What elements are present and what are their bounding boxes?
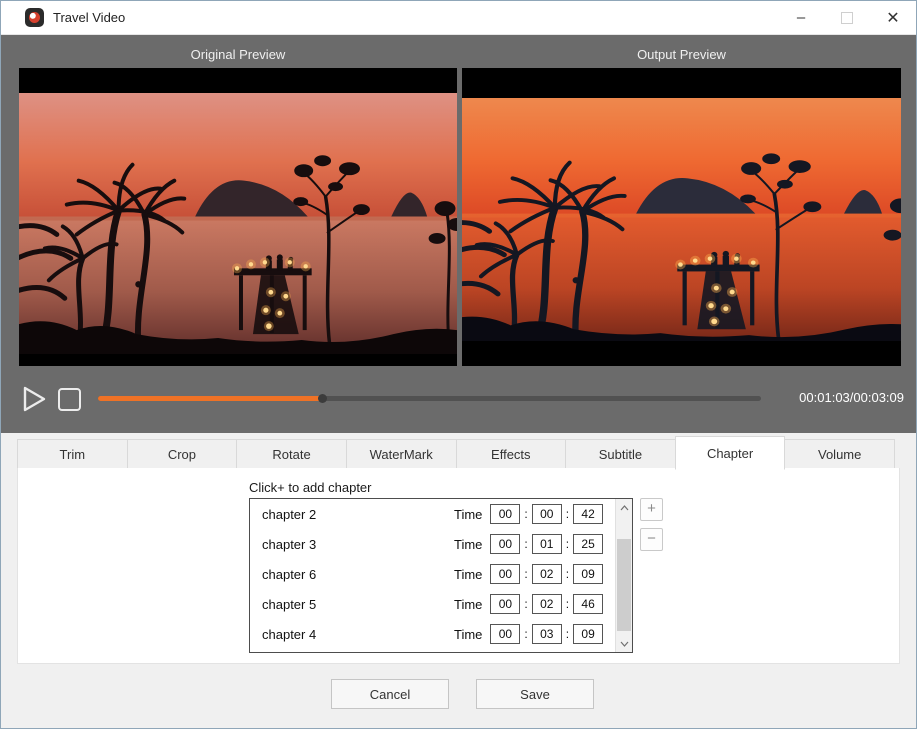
chapter-name: chapter 5	[262, 597, 442, 612]
chapter-minutes-input[interactable]	[532, 594, 562, 614]
scroll-down-button[interactable]	[616, 636, 632, 651]
chapter-hours-input[interactable]	[490, 534, 520, 554]
add-chapter-hint: Click+ to add chapter	[249, 480, 371, 495]
time-separator: :	[566, 537, 569, 551]
time-separator: :	[566, 507, 569, 521]
time-group: Time : :	[454, 534, 603, 554]
chapter-list-scrollbar[interactable]	[615, 499, 632, 652]
time-label: Time	[454, 567, 482, 582]
tab-subtitle[interactable]: Subtitle	[565, 439, 676, 469]
time-group: Time : :	[454, 504, 603, 524]
maximize-button[interactable]	[824, 1, 870, 34]
original-video-preview	[19, 68, 457, 366]
tab-strip: Trim Crop Rotate WaterMark Effects Subti…	[17, 439, 894, 469]
time-separator: :	[566, 597, 569, 611]
time-group: Time : :	[454, 594, 603, 614]
chapter-name: chapter 4	[262, 627, 442, 642]
minimize-button[interactable]: –	[778, 1, 824, 34]
app-window: Travel Video – ✕ Original Preview Output…	[0, 0, 917, 729]
time-separator: :	[524, 627, 527, 641]
scroll-up-button[interactable]	[616, 500, 632, 515]
chapter-minutes-input[interactable]	[532, 624, 562, 644]
chapter-list: chapter 2 Time : : chapter 3 Time :	[249, 498, 633, 653]
stop-button[interactable]	[58, 388, 81, 411]
output-video-frame	[462, 98, 901, 341]
chapter-row[interactable]: chapter 4 Time : :	[250, 619, 632, 649]
sunset-scene-output	[462, 98, 901, 341]
play-button[interactable]	[22, 385, 48, 413]
close-icon: ✕	[886, 8, 899, 28]
chapter-row[interactable]: chapter 3 Time : :	[250, 529, 632, 559]
time-separator: :	[524, 567, 527, 581]
remove-chapter-button[interactable]: −	[640, 528, 663, 551]
progress-fill[interactable]	[98, 396, 323, 401]
save-button[interactable]: Save	[476, 679, 594, 709]
original-preview-label: Original Preview	[19, 47, 457, 62]
scrollbar-thumb[interactable]	[617, 539, 631, 631]
tab-watermark[interactable]: WaterMark	[346, 439, 457, 469]
time-label: Time	[454, 537, 482, 552]
progress-bar[interactable]	[98, 396, 761, 401]
plus-icon: +	[647, 500, 656, 517]
play-icon	[22, 385, 48, 413]
time-label: Time	[454, 597, 482, 612]
chapter-hours-input[interactable]	[490, 624, 520, 644]
chevron-down-icon	[620, 641, 629, 647]
tab-chapter[interactable]: Chapter	[675, 436, 786, 470]
time-label: Time	[454, 627, 482, 642]
chapter-seconds-input[interactable]	[573, 594, 603, 614]
chapter-minutes-input[interactable]	[532, 504, 562, 524]
chapter-name: chapter 2	[262, 507, 442, 522]
tab-trim[interactable]: Trim	[17, 439, 128, 469]
sunset-scene-original	[19, 93, 457, 354]
chapter-hours-input[interactable]	[490, 564, 520, 584]
tab-effects[interactable]: Effects	[456, 439, 567, 469]
minus-icon: −	[647, 530, 656, 547]
preview-area: Original Preview Output Preview	[1, 35, 916, 433]
chapter-seconds-input[interactable]	[573, 534, 603, 554]
time-label: Time	[454, 507, 482, 522]
add-chapter-button[interactable]: +	[640, 498, 663, 521]
chapter-row[interactable]: chapter 5 Time : :	[250, 589, 632, 619]
chapter-name: chapter 6	[262, 567, 442, 582]
close-button[interactable]: ✕	[870, 1, 916, 34]
chapter-seconds-input[interactable]	[573, 564, 603, 584]
chapter-seconds-input[interactable]	[573, 624, 603, 644]
output-preview-label: Output Preview	[462, 47, 901, 62]
original-video-frame	[19, 93, 457, 354]
window-title: Travel Video	[53, 10, 125, 25]
time-separator: :	[566, 627, 569, 641]
time-separator: :	[524, 537, 527, 551]
time-separator: :	[524, 597, 527, 611]
time-group: Time : :	[454, 564, 603, 584]
time-separator: :	[566, 567, 569, 581]
chapter-seconds-input[interactable]	[573, 504, 603, 524]
minimize-icon: –	[797, 9, 805, 26]
chapter-minutes-input[interactable]	[532, 534, 562, 554]
tab-volume[interactable]: Volume	[784, 439, 895, 469]
tab-crop[interactable]: Crop	[127, 439, 238, 469]
chapter-hours-input[interactable]	[490, 594, 520, 614]
chapter-panel: Click+ to add chapter chapter 2 Time : :…	[17, 468, 900, 664]
maximize-icon	[841, 12, 853, 24]
titlebar: Travel Video – ✕	[1, 1, 916, 35]
tab-rotate[interactable]: Rotate	[236, 439, 347, 469]
time-display: 00:01:03/00:03:09	[799, 390, 904, 405]
time-group: Time : :	[454, 624, 603, 644]
chapter-hours-input[interactable]	[490, 504, 520, 524]
app-icon	[25, 8, 44, 27]
cancel-button[interactable]: Cancel	[331, 679, 449, 709]
chapter-name: chapter 3	[262, 537, 442, 552]
chapter-row[interactable]: chapter 2 Time : :	[250, 499, 632, 529]
chapter-row[interactable]: chapter 6 Time : :	[250, 559, 632, 589]
output-video-preview	[462, 68, 901, 366]
chapter-minutes-input[interactable]	[532, 564, 562, 584]
time-separator: :	[524, 507, 527, 521]
chevron-up-icon	[620, 505, 629, 511]
